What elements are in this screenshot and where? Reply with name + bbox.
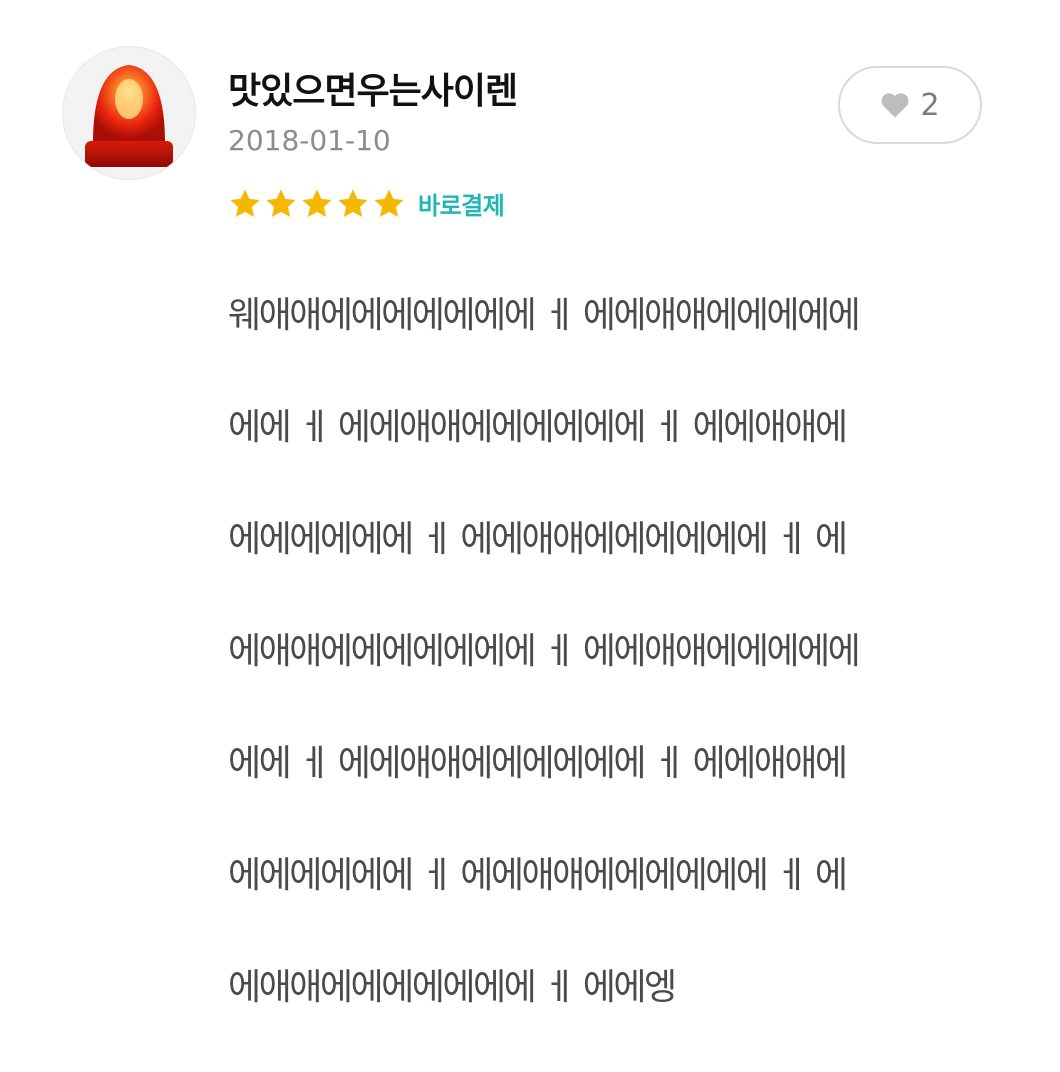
review-line: 에애애에에에에에에에 ㅔ 에에애애에에에에에: [228, 631, 861, 672]
review-date: 2018-01-10: [228, 124, 391, 157]
review-line: 에에에에에에 ㅔ 에에애애에에에에에에 ㅔ 에: [228, 855, 848, 896]
review-card: 맛있으면우는사이렌 2018-01-10 2 바로결제 웨애애에에에에에에에 ㅔ…: [0, 0, 1060, 1008]
purchase-badge: 바로결제: [418, 192, 505, 220]
avatar[interactable]: [62, 46, 196, 180]
like-button[interactable]: 2: [838, 66, 982, 144]
star-icon: [338, 189, 368, 217]
star-icon: [266, 189, 296, 217]
star-rating: [228, 187, 406, 221]
star-icon: [302, 189, 332, 217]
review-line: 에에 ㅔ 에에애애에에에에에에 ㅔ 에에애애에: [228, 407, 848, 448]
username[interactable]: 맛있으면우는사이렌: [228, 62, 518, 114]
review-line: 웨애애에에에에에에에 ㅔ 에에애애에에에에에: [228, 295, 861, 336]
review-line: 에에 ㅔ 에에애애에에에에에에 ㅔ 에에애애에: [228, 743, 848, 784]
like-count: 2: [920, 87, 940, 123]
star-icon: [230, 189, 260, 217]
review-line: 에에에에에에 ㅔ 에에애애에에에에에에 ㅔ 에: [228, 519, 848, 560]
review-line: 에애애에에에에에에에 ㅔ 에에엥: [228, 967, 677, 1008]
rating-row: 바로결제: [228, 186, 505, 221]
star-icon: [374, 189, 404, 217]
siren-icon: [63, 47, 195, 179]
heart-icon: [881, 93, 909, 118]
review-body: 웨애애에에에에에에에 ㅔ 에에애애에에에에에 에에 ㅔ 에에애애에에에에에에 ㅔ…: [228, 232, 988, 1072]
